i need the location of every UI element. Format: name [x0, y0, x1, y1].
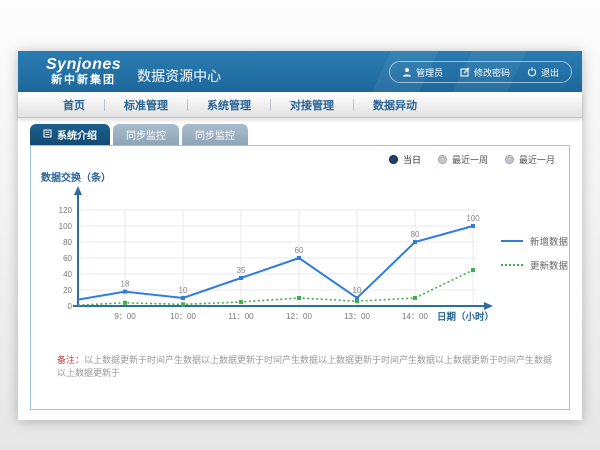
- svg-text:13：00: 13：00: [344, 312, 370, 321]
- nav-item-standards[interactable]: 标准管理: [105, 97, 187, 113]
- svg-text:10: 10: [179, 286, 188, 295]
- legend-item-new-data: 新增数据: [501, 234, 568, 248]
- time-range-filter: 当日 最近一周 最近一月: [389, 153, 555, 166]
- logo-subtitle: 新中新集团: [46, 74, 121, 87]
- app-header: Synjones 新中新集团 数据资源中心 管理员 修改密码 退出: [18, 51, 582, 92]
- svg-text:80: 80: [411, 230, 420, 239]
- page-title: 数据资源中心: [137, 66, 221, 86]
- radio-label: 最近一月: [519, 153, 555, 166]
- main-nav: 首页 标准管理 系统管理 对接管理 数据异动: [18, 92, 582, 118]
- svg-text:60: 60: [295, 246, 304, 255]
- line-chart: 0 20 40 60 80 100 120 9：00 10：00 11：00 12：00 13：00 1…: [33, 184, 573, 336]
- user-icon: [402, 67, 412, 77]
- current-user-button[interactable]: 管理员: [402, 66, 443, 79]
- change-password-button[interactable]: 修改密码: [460, 66, 510, 79]
- svg-text:日期（小时）: 日期（小时）: [437, 311, 494, 323]
- tab-label: 同步监控: [195, 127, 235, 142]
- chart-panel: 当日 最近一周 最近一月 数据交换（条） 0 20 40 60 80 100 120 9：00…: [30, 145, 570, 410]
- document-icon: [43, 129, 52, 141]
- legend-item-updated-data: 更新数据: [501, 258, 568, 272]
- tab-bar: 系统介绍 同步监控 同步监控: [30, 124, 248, 145]
- logout-button[interactable]: 退出: [527, 66, 559, 79]
- svg-text:18: 18: [121, 280, 130, 289]
- edit-icon: [460, 67, 470, 77]
- footnote-text: 以上数据更新于时间产生数据以上数据更新于时间产生数据以上数据更新于时间产生数据以…: [57, 355, 552, 378]
- radio-today[interactable]: 当日: [389, 153, 421, 166]
- app-window: Synjones 新中新集团 数据资源中心 管理员 修改密码 退出: [18, 51, 582, 420]
- radio-last-week[interactable]: 最近一周: [438, 153, 488, 166]
- legend-line-sample-dotted: [501, 264, 523, 266]
- svg-text:9：00: 9：00: [114, 312, 136, 321]
- svg-text:14：00: 14：00: [402, 312, 428, 321]
- content-area: 系统介绍 同步监控 同步监控 当日 最近一周: [18, 118, 582, 420]
- radio-label: 当日: [403, 153, 421, 166]
- radio-last-month[interactable]: 最近一月: [505, 153, 555, 166]
- svg-text:12：00: 12：00: [286, 312, 312, 321]
- chart-legend: 新增数据 更新数据: [501, 234, 568, 272]
- current-user-label: 管理员: [416, 66, 443, 79]
- legend-line-sample-solid: [501, 240, 523, 242]
- nav-item-system[interactable]: 系统管理: [188, 97, 270, 113]
- tab-sync-monitor-2[interactable]: 同步监控: [182, 124, 248, 145]
- radio-dot: [505, 155, 514, 164]
- svg-text:35: 35: [237, 266, 246, 275]
- radio-dot: [438, 155, 447, 164]
- footnote: 备注：以上数据更新于时间产生数据以上数据更新于时间产生数据以上数据更新于时间产生…: [57, 354, 555, 379]
- svg-text:40: 40: [63, 270, 72, 279]
- nav-item-home[interactable]: 首页: [44, 97, 104, 113]
- svg-text:60: 60: [63, 254, 72, 263]
- nav-item-interface[interactable]: 对接管理: [271, 97, 353, 113]
- svg-text:20: 20: [63, 286, 72, 295]
- logout-label: 退出: [541, 66, 559, 79]
- svg-text:0: 0: [68, 302, 73, 311]
- tab-label: 系统介绍: [57, 127, 97, 142]
- tab-sync-monitor-1[interactable]: 同步监控: [113, 124, 179, 145]
- svg-text:10：00: 10：00: [170, 312, 196, 321]
- legend-label: 更新数据: [530, 258, 568, 272]
- company-logo: Synjones 新中新集团: [46, 56, 121, 87]
- nav-item-data-change[interactable]: 数据异动: [354, 97, 436, 113]
- y-axis-title: 数据交换（条）: [41, 169, 111, 184]
- change-password-label: 修改密码: [474, 66, 510, 79]
- svg-text:120: 120: [59, 206, 73, 215]
- tab-system-intro[interactable]: 系统介绍: [30, 124, 110, 145]
- radio-dot: [389, 155, 398, 164]
- user-toolbar: 管理员 修改密码 退出: [389, 61, 572, 83]
- radio-label: 最近一周: [452, 153, 488, 166]
- logo-name: Synjones: [46, 56, 121, 74]
- svg-text:100: 100: [59, 222, 73, 231]
- legend-label: 新增数据: [530, 234, 568, 248]
- footnote-label: 备注：: [57, 355, 84, 365]
- svg-text:11：00: 11：00: [228, 312, 254, 321]
- tab-label: 同步监控: [126, 127, 166, 142]
- svg-text:80: 80: [63, 238, 72, 247]
- svg-text:100: 100: [466, 214, 480, 223]
- power-icon: [527, 67, 537, 77]
- svg-text:10: 10: [353, 286, 362, 295]
